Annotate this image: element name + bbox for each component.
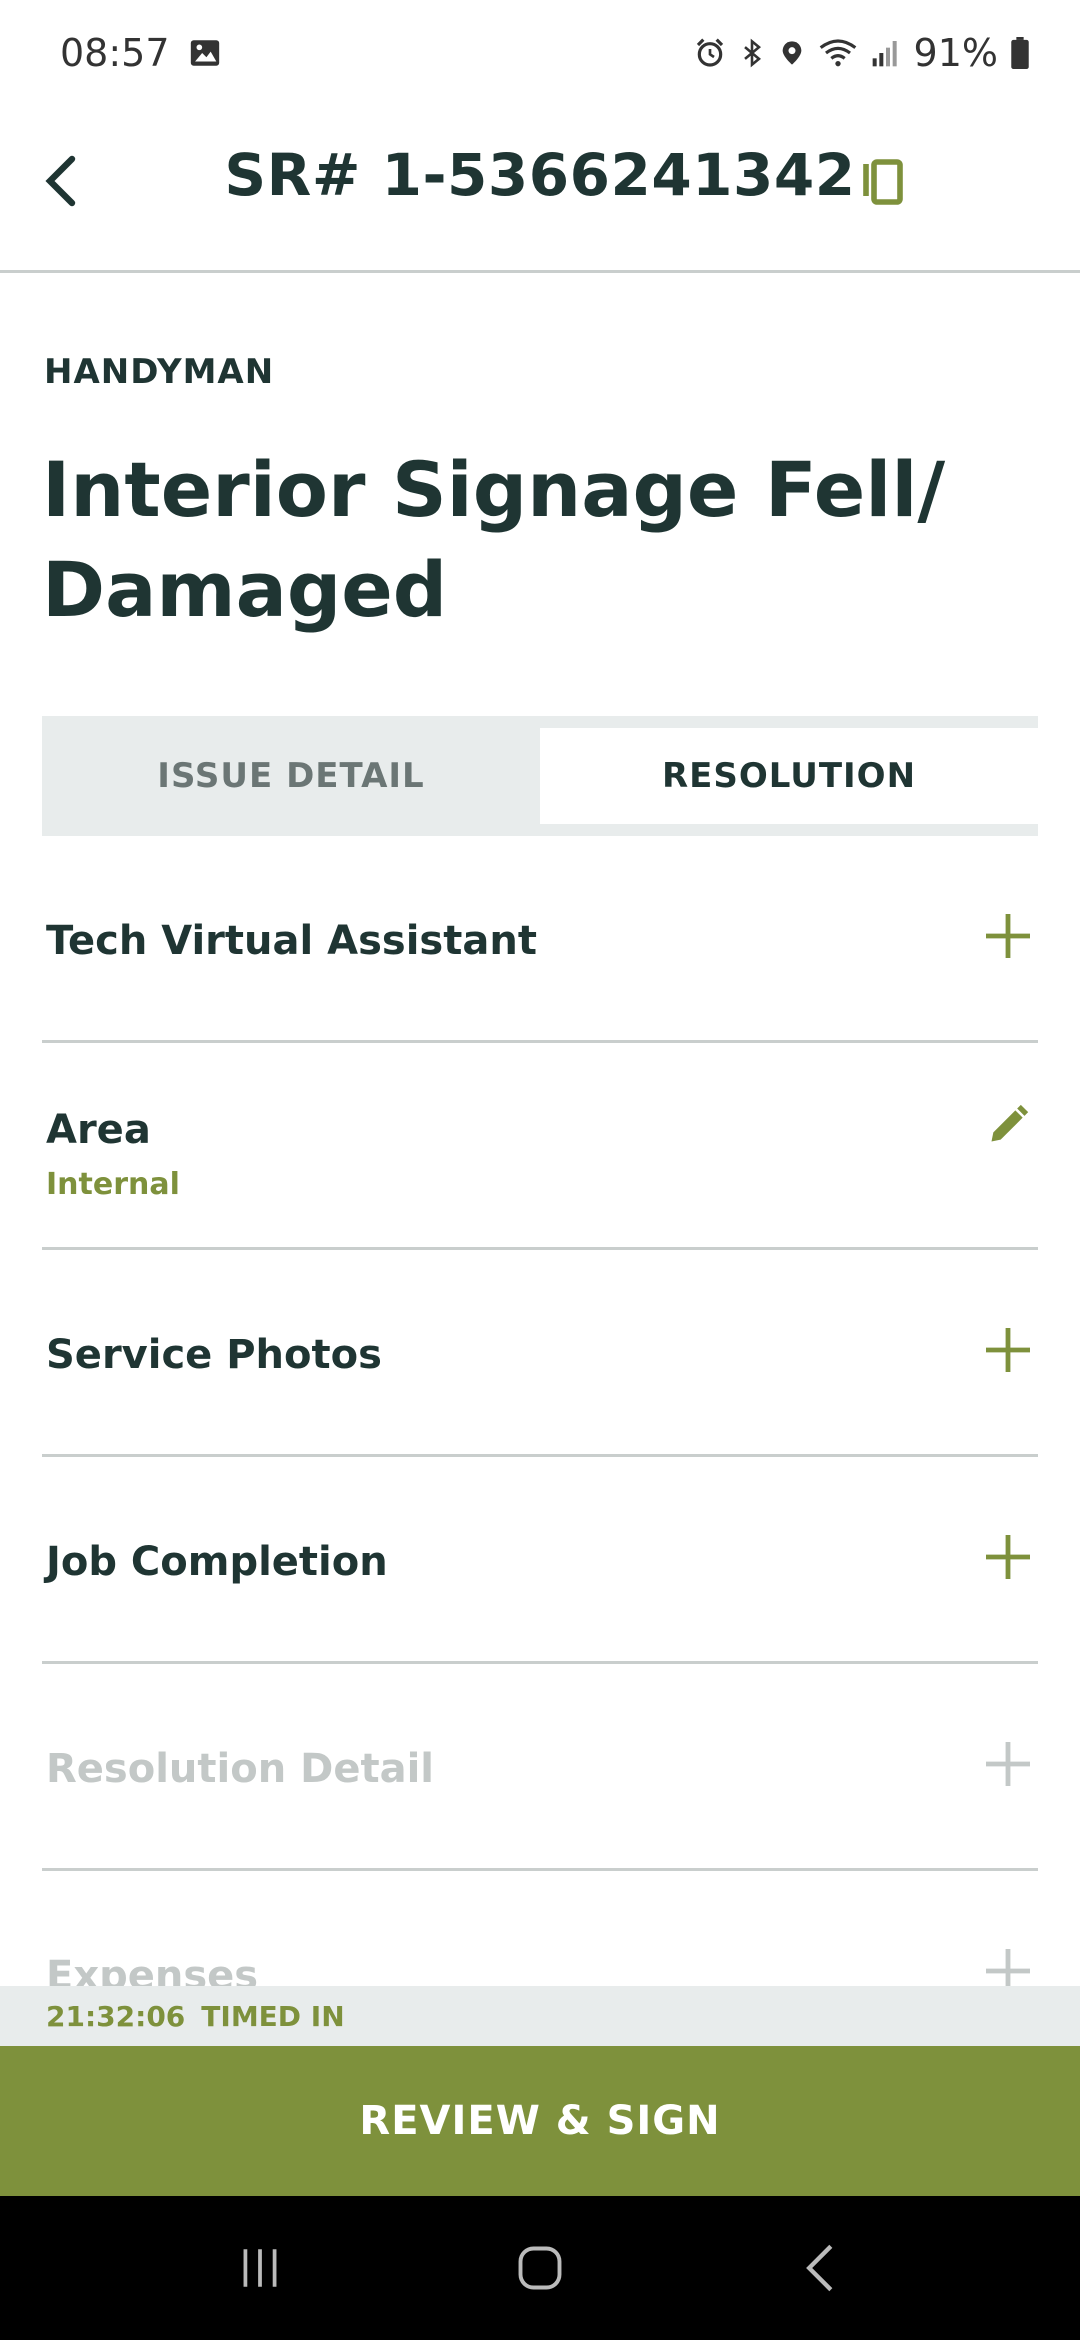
status-time: 08:57 [60,30,170,75]
tab-resolution[interactable]: RESOLUTION [540,728,1038,824]
system-nav-bar [0,2196,1080,2340]
app-header: SR# 1-5366241342 [0,105,1080,273]
plus-icon [986,914,1030,958]
status-bar: 08:57 91% [0,0,1080,105]
home-button[interactable] [500,2228,580,2308]
add-resolution-detail-button [978,1734,1038,1794]
service-category: HANDYMAN [44,352,275,392]
recent-apps-button[interactable] [220,2228,300,2308]
copy-button[interactable] [850,147,914,217]
section-title: Service Photos [46,1332,382,1378]
plus-icon [986,1742,1030,1786]
section-title: Job Completion [46,1539,388,1585]
section-title: Area [46,1107,151,1153]
resolution-section-list: Tech Virtual Assistant Area Internal Ser… [42,836,1038,2078]
timer-elapsed: 21:32:06 [46,1999,186,2033]
status-right: 91% [694,31,1030,75]
page-title: SR# 1-5366241342 [224,141,856,209]
add-tech-virtual-assistant-button[interactable] [978,906,1038,966]
signal-icon [870,37,902,69]
plus-icon [986,1328,1030,1372]
tab-bar: ISSUE DETAIL RESOLUTION [42,716,1038,836]
area-value: Internal [46,1167,180,1202]
section-job-completion[interactable]: Job Completion [42,1457,1038,1664]
section-title: Resolution Detail [46,1746,434,1792]
battery-icon [1010,36,1030,69]
review-and-sign-button[interactable]: REVIEW & SIGN [0,2046,1080,2196]
timer-bar: 21:32:06 TIMED IN [0,1986,1080,2046]
image-icon [188,36,222,70]
timer-status: TIMED IN [201,1999,345,2033]
wifi-icon [818,37,858,69]
edit-area-button[interactable] [978,1095,1038,1155]
section-service-photos[interactable]: Service Photos [42,1250,1038,1457]
section-resolution-detail: Resolution Detail [42,1664,1038,1871]
section-area[interactable]: Area Internal [42,1043,1038,1250]
screen: 08:57 91% SR# 1-5366241342 HANDYMAN Inte… [0,0,1080,2340]
issue-title: Interior Signage Fell/ Damaged [42,445,946,634]
section-tech-virtual-assistant[interactable]: Tech Virtual Assistant [42,836,1038,1043]
add-job-completion-button[interactable] [978,1527,1038,1587]
tab-issue-detail[interactable]: ISSUE DETAIL [42,728,540,824]
pencil-icon [991,1104,1029,1142]
add-service-photos-button[interactable] [978,1320,1038,1380]
section-title: Tech Virtual Assistant [46,918,537,964]
system-back-button[interactable] [780,2228,860,2308]
battery-percent: 91% [913,30,998,75]
location-icon [778,37,806,69]
status-left: 08:57 [60,31,222,75]
copy-icon [863,159,903,205]
home-icon [518,2246,562,2290]
recent-apps-icon [243,2249,277,2287]
alarm-icon [694,37,726,69]
plus-icon [986,1535,1030,1579]
back-icon [806,2244,833,2292]
bluetooth-icon [738,37,766,69]
